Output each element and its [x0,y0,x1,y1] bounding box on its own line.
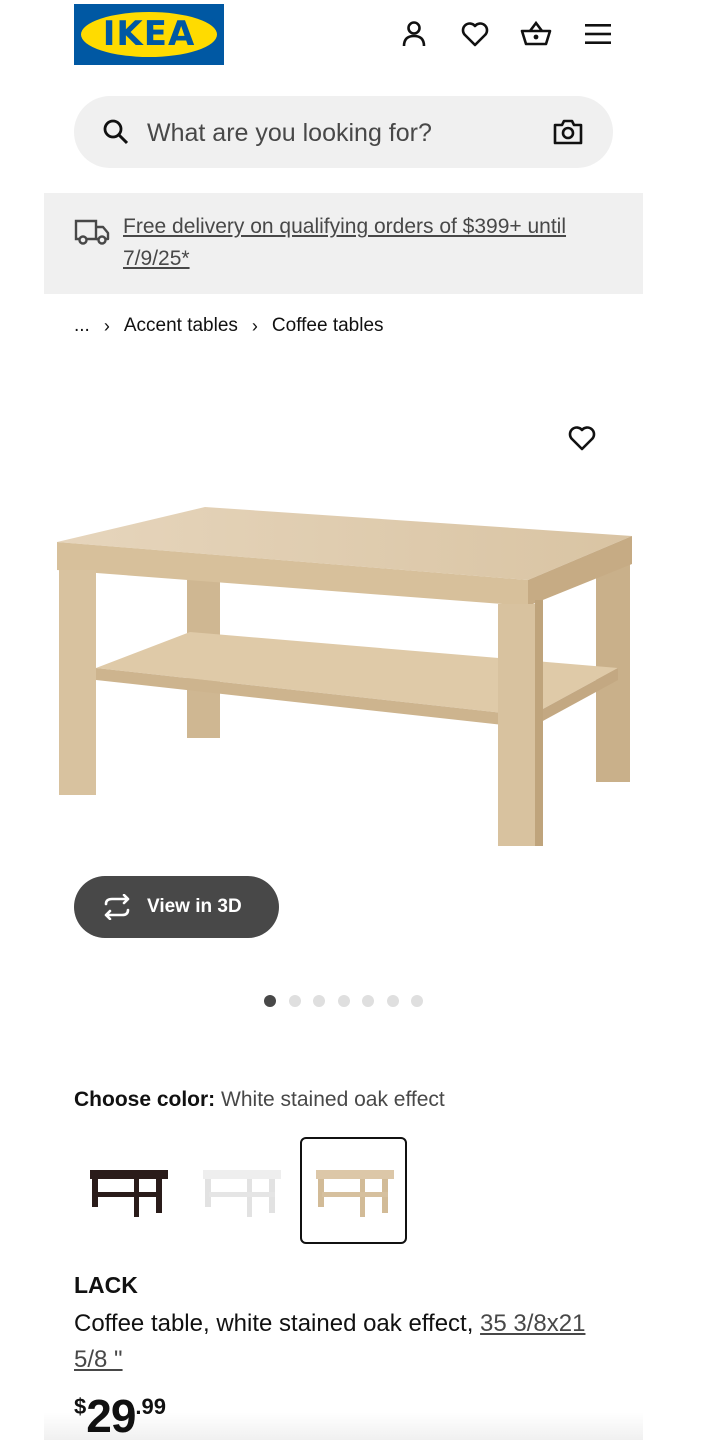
bottom-fade [44,1412,643,1440]
delivery-banner[interactable]: Free delivery on qualifying orders of $3… [44,193,643,294]
truck-icon [74,215,110,247]
breadcrumb-ellipsis[interactable]: ... [74,315,90,337]
carousel-dot[interactable] [362,995,374,1007]
delivery-banner-link[interactable]: Free delivery on qualifying orders of $3… [123,211,623,275]
view-in-3d-label: View in 3D [147,896,242,917]
color-choice-value: White stained oak effect [221,1088,445,1111]
color-choice-heading: Choose color: [74,1088,216,1111]
breadcrumb-item-accent-tables[interactable]: Accent tables [124,315,238,337]
product-name: LACK [74,1272,138,1298]
breadcrumb-item-coffee-tables[interactable]: Coffee tables [272,315,384,337]
carousel-dot[interactable] [264,995,276,1007]
heart-icon[interactable] [455,14,495,54]
image-carousel-dots [264,995,436,1007]
person-icon[interactable] [394,14,434,54]
basket-icon[interactable] [516,14,556,54]
color-swatch-black-brown[interactable] [74,1137,181,1244]
product-image[interactable] [50,490,646,860]
view-in-3d-button[interactable]: View in 3D [74,876,279,938]
carousel-dot[interactable] [386,995,399,1007]
product-description-text: Coffee table, white stained oak effect, [74,1310,474,1337]
carousel-dot[interactable] [288,995,301,1007]
color-swatch-white[interactable] [187,1137,294,1244]
carousel-dot[interactable] [411,995,423,1007]
logo-wordmark: IKEA [102,14,196,54]
registered-mark: ® [210,18,216,25]
product-description: Coffee table, white stained oak effect, … [74,1306,594,1378]
header: IKEA ® [0,0,728,72]
breadcrumb-separator: › [103,315,110,336]
color-choice-label: Choose color: White stained oak effect [74,1088,445,1112]
color-swatch-white-stained-oak[interactable] [300,1137,407,1244]
breadcrumb: ... › Accent tables › Coffee tables [74,312,384,340]
breadcrumb-separator: › [251,315,258,336]
heart-icon [568,426,596,451]
camera-icon[interactable] [552,116,584,148]
carousel-dot[interactable] [313,995,325,1007]
search-input[interactable]: What are you looking for? [147,96,432,168]
carousel-dot[interactable] [337,995,350,1007]
search-bar[interactable]: What are you looking for? [74,96,613,168]
rotate-3d-icon [100,893,134,921]
ikea-logo[interactable]: IKEA ® [74,4,224,65]
add-to-favourites-button[interactable] [562,418,602,458]
search-icon [102,118,130,146]
menu-icon[interactable] [578,14,618,54]
